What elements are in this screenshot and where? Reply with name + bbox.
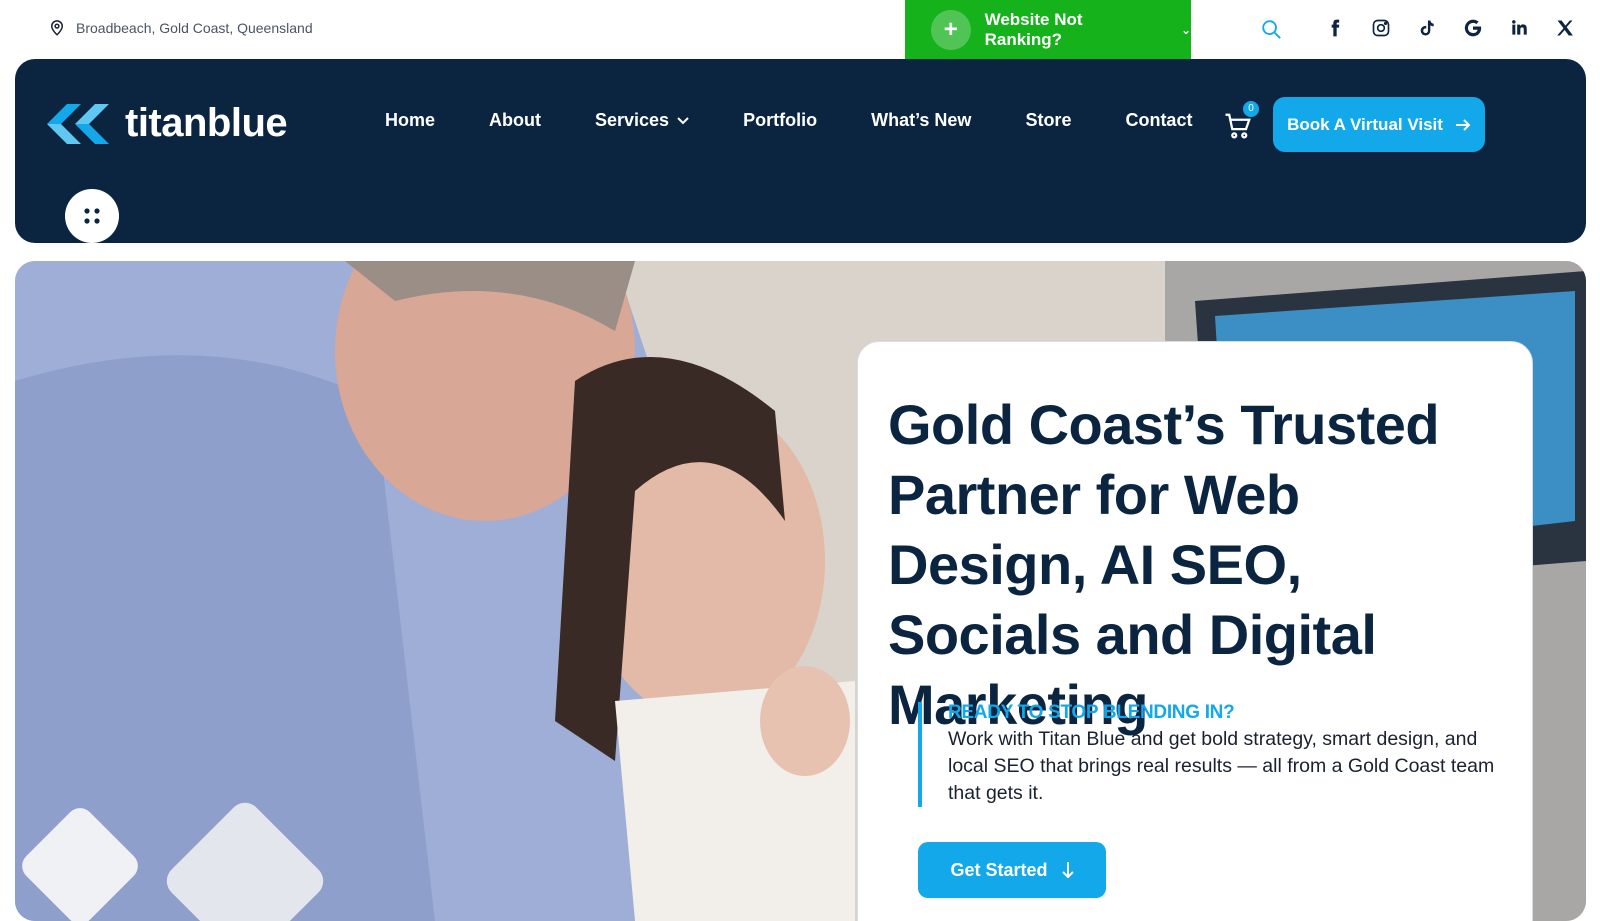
nav-whats-new[interactable]: What’s New xyxy=(871,110,971,131)
book-virtual-visit-button[interactable]: Book A Virtual Visit xyxy=(1273,97,1485,152)
cart-count-badge: 0 xyxy=(1243,101,1259,117)
top-bar: Broadbeach, Gold Coast, Queensland + Web… xyxy=(0,0,1600,59)
arrow-right-icon xyxy=(1455,118,1471,131)
cta-label: Book A Virtual Visit xyxy=(1287,114,1443,134)
nav-contact-label: Contact xyxy=(1125,110,1193,130)
hero-kicker: READY TO STOP BLENDING IN? xyxy=(948,702,1235,723)
nav-about[interactable]: About xyxy=(489,110,541,131)
hero-card: Gold Coast’s Trusted Partner for Web Des… xyxy=(857,341,1533,921)
dots-grid-icon xyxy=(84,208,100,224)
location-text: Broadbeach, Gold Coast, Queensland xyxy=(76,20,313,36)
nav-services-label: Services xyxy=(595,110,670,130)
promo-label: Website Not Ranking? xyxy=(984,9,1083,49)
hero-quote: READY TO STOP BLENDING IN? Work with Tit… xyxy=(918,702,1508,807)
x-icon[interactable] xyxy=(1555,16,1575,40)
logo-text: titanblue xyxy=(125,101,288,145)
main-nav: Home About Services Portfolio What’s New… xyxy=(385,110,1246,131)
nav-portfolio[interactable]: Portfolio xyxy=(743,110,817,131)
nav-store-label: Store xyxy=(1025,110,1072,130)
social-links xyxy=(1325,16,1575,40)
arrow-down-icon xyxy=(1061,862,1074,879)
hero-section: Gold Coast’s Trusted Partner for Web Des… xyxy=(15,261,1586,921)
nav-store[interactable]: Store xyxy=(1025,110,1071,131)
chevron-down-icon: ⌄ xyxy=(1180,22,1191,37)
nav-whats-new-label: What’s New xyxy=(871,110,972,130)
hero-headline: Gold Coast’s Trusted Partner for Web Des… xyxy=(888,393,1440,736)
website-not-ranking-button[interactable]: + Website Not Ranking? ⌄ xyxy=(905,0,1191,59)
logo[interactable]: titanblue xyxy=(45,101,288,146)
titanblue-logo-icon xyxy=(47,103,109,144)
nav-contact[interactable]: Contact xyxy=(1125,110,1192,131)
main-header: titanblue Home About Services Portfolio … xyxy=(15,59,1586,243)
nav-services[interactable]: Services xyxy=(595,110,689,131)
instagram-icon[interactable] xyxy=(1371,16,1391,40)
tiktok-icon[interactable] xyxy=(1417,16,1437,40)
location: Broadbeach, Gold Coast, Queensland xyxy=(48,19,313,37)
search-icon[interactable] xyxy=(1260,18,1282,40)
menu-dots-button[interactable] xyxy=(65,189,119,243)
get-started-button[interactable]: Get Started xyxy=(918,842,1106,898)
google-icon[interactable] xyxy=(1463,16,1483,40)
linkedin-icon[interactable] xyxy=(1509,16,1529,40)
hero-body: Work with Titan Blue and get bold strate… xyxy=(948,728,1495,804)
chevron-down-icon xyxy=(677,116,689,124)
facebook-icon[interactable] xyxy=(1325,16,1345,40)
nav-home-label: Home xyxy=(385,110,436,130)
map-pin-icon xyxy=(50,20,64,36)
nav-home[interactable]: Home xyxy=(385,110,435,131)
nav-portfolio-label: Portfolio xyxy=(743,110,818,130)
get-started-label: Get Started xyxy=(950,859,1048,880)
plus-icon: + xyxy=(931,9,971,50)
nav-about-label: About xyxy=(489,110,541,130)
